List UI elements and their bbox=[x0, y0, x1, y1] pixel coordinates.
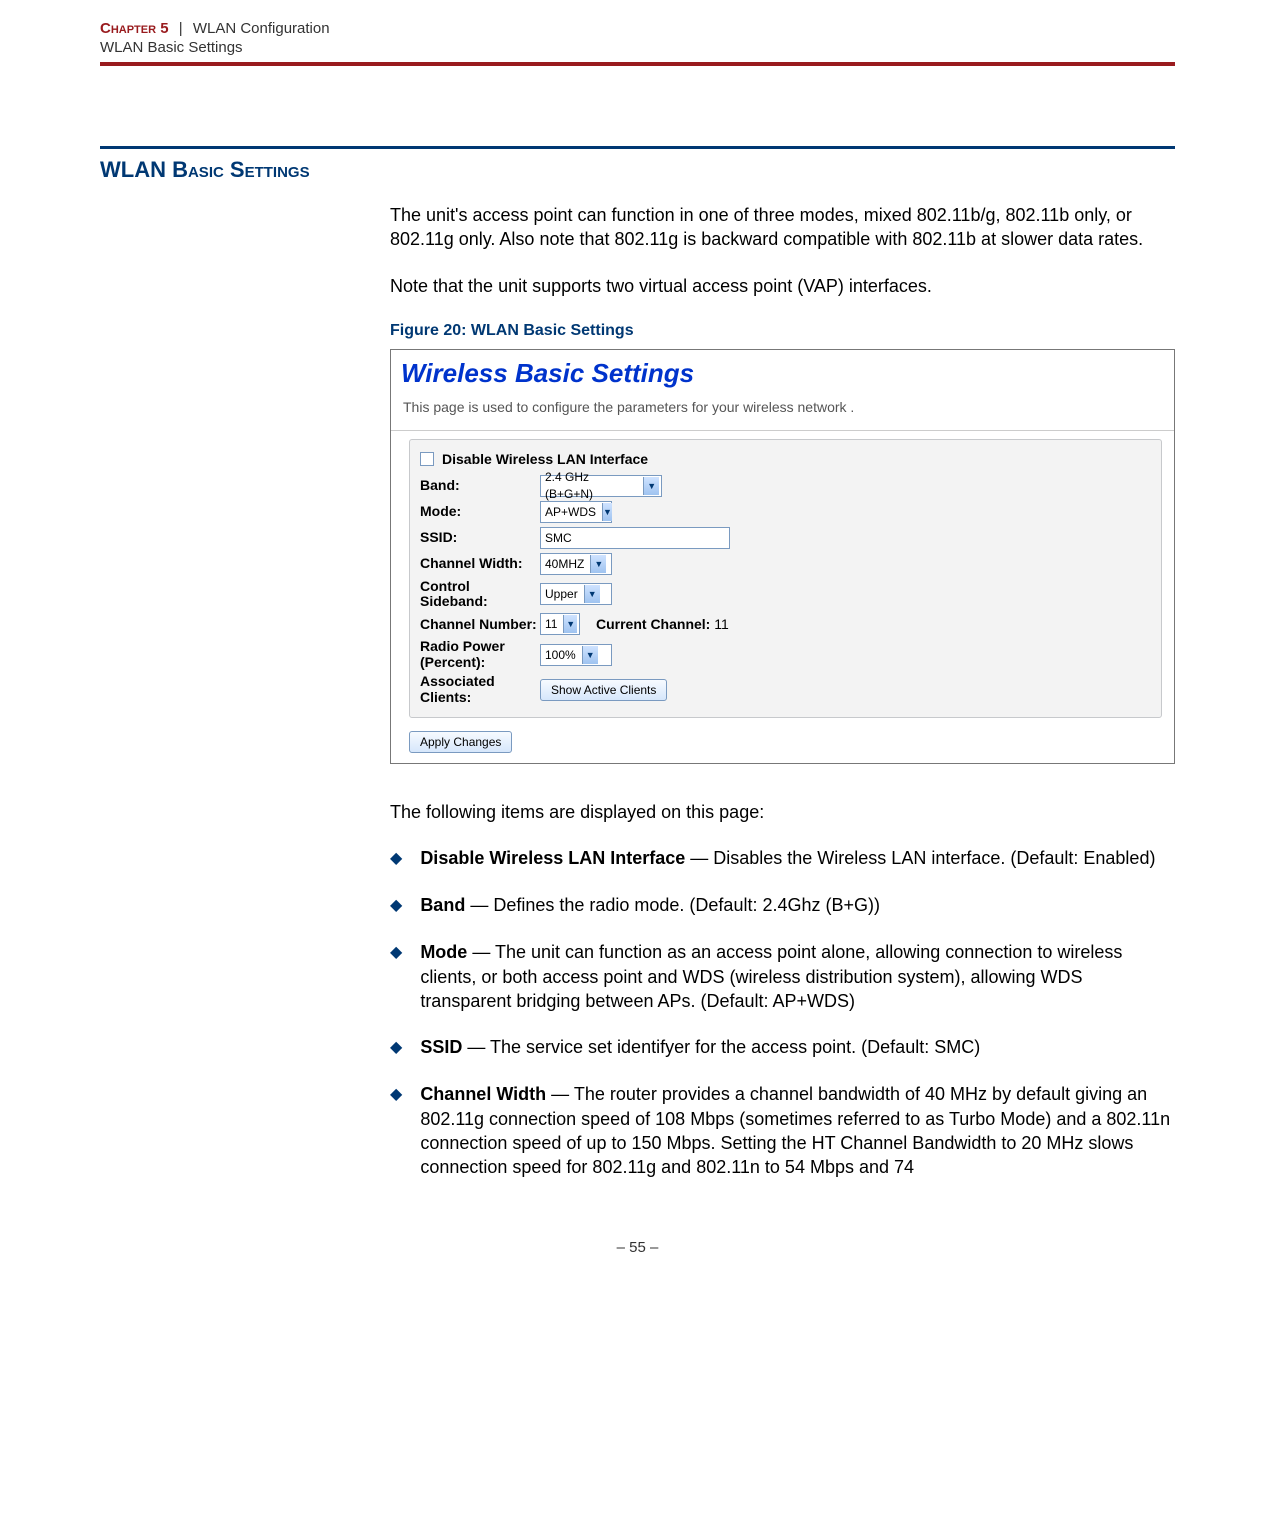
screenshot-description: This page is used to configure the param… bbox=[391, 396, 1174, 431]
chevron-down-icon: ▼ bbox=[602, 503, 612, 521]
bullet-icon: ◆ bbox=[390, 894, 402, 918]
disable-wlan-checkbox[interactable] bbox=[420, 452, 434, 466]
disable-wlan-label: Disable Wireless LAN Interface bbox=[442, 450, 648, 469]
list-item: ◆ SSID — The service set identifyer for … bbox=[390, 1035, 1175, 1060]
associated-clients-label: Associated Clients: bbox=[420, 674, 540, 705]
item-title: Disable Wireless LAN Interface bbox=[420, 848, 685, 868]
band-label: Band: bbox=[420, 478, 540, 493]
wlan-settings-screenshot: Wireless Basic Settings This page is use… bbox=[390, 349, 1175, 764]
item-text: — The unit can function as an access poi… bbox=[420, 942, 1122, 1011]
item-text: — Defines the radio mode. (Default: 2.4G… bbox=[465, 895, 880, 915]
item-body: Disable Wireless LAN Interface — Disable… bbox=[420, 846, 1155, 871]
channel-width-value: 40MHZ bbox=[545, 556, 584, 572]
radio-power-value: 100% bbox=[545, 647, 576, 663]
item-title: Channel Width bbox=[420, 1084, 546, 1104]
show-active-clients-button[interactable]: Show Active Clients bbox=[540, 679, 667, 701]
mode-value: AP+WDS bbox=[545, 504, 596, 520]
channel-number-select[interactable]: 11 ▼ bbox=[540, 613, 580, 635]
bullet-icon: ◆ bbox=[390, 847, 402, 871]
section-title: WLAN Basic Settings bbox=[100, 157, 1175, 183]
screenshot-title: Wireless Basic Settings bbox=[391, 350, 1174, 395]
channel-number-label: Channel Number: bbox=[420, 617, 540, 632]
ssid-input[interactable] bbox=[540, 527, 730, 549]
item-title: Band bbox=[420, 895, 465, 915]
header-separator: | bbox=[179, 20, 183, 37]
control-sideband-label: Control Sideband: bbox=[420, 579, 540, 610]
radio-power-select[interactable]: 100% ▼ bbox=[540, 644, 612, 666]
ssid-label: SSID: bbox=[420, 530, 540, 545]
list-item: ◆ Disable Wireless LAN Interface — Disab… bbox=[390, 846, 1175, 871]
item-title: Mode bbox=[420, 942, 467, 962]
mode-select[interactable]: AP+WDS ▼ bbox=[540, 501, 612, 523]
channel-width-label: Channel Width: bbox=[420, 556, 540, 571]
item-list: ◆ Disable Wireless LAN Interface — Disab… bbox=[390, 846, 1175, 1179]
item-body: Mode — The unit can function as an acces… bbox=[420, 940, 1175, 1013]
apply-changes-button[interactable]: Apply Changes bbox=[409, 731, 512, 753]
band-select[interactable]: 2.4 GHz (B+G+N) ▼ bbox=[540, 475, 662, 497]
chevron-down-icon: ▼ bbox=[563, 615, 577, 633]
figure-caption: Figure 20: WLAN Basic Settings bbox=[390, 320, 1175, 342]
chapter-label: Chapter 5 bbox=[100, 20, 169, 37]
mode-label: Mode: bbox=[420, 504, 540, 519]
current-channel: Current Channel: 11 bbox=[596, 615, 729, 634]
item-text: — The service set identifyer for the acc… bbox=[462, 1037, 980, 1057]
item-body: SSID — The service set identifyer for th… bbox=[420, 1035, 980, 1060]
list-item: ◆ Band — Defines the radio mode. (Defaul… bbox=[390, 893, 1175, 918]
item-text: — Disables the Wireless LAN interface. (… bbox=[685, 848, 1155, 868]
list-item: ◆ Mode — The unit can function as an acc… bbox=[390, 940, 1175, 1013]
intro-paragraph-1: The unit's access point can function in … bbox=[390, 203, 1175, 252]
items-intro: The following items are displayed on thi… bbox=[390, 800, 1175, 824]
band-value: 2.4 GHz (B+G+N) bbox=[545, 469, 637, 501]
chevron-down-icon: ▼ bbox=[643, 477, 659, 495]
page-header: Chapter 5 | WLAN Configuration bbox=[100, 20, 1175, 37]
page-subheader: WLAN Basic Settings bbox=[100, 39, 1175, 56]
current-channel-label: Current Channel: bbox=[596, 616, 710, 632]
bullet-icon: ◆ bbox=[390, 1036, 402, 1060]
channel-number-value: 11 bbox=[545, 616, 557, 632]
settings-form: Disable Wireless LAN Interface Band: 2.4… bbox=[409, 439, 1162, 718]
intro-paragraph-2: Note that the unit supports two virtual … bbox=[390, 274, 1175, 298]
page-number: – 55 – bbox=[100, 1239, 1175, 1256]
chevron-down-icon: ▼ bbox=[590, 555, 606, 573]
item-body: Band — Defines the radio mode. (Default:… bbox=[420, 893, 880, 918]
control-sideband-select[interactable]: Upper ▼ bbox=[540, 583, 612, 605]
chevron-down-icon: ▼ bbox=[582, 646, 598, 664]
control-sideband-value: Upper bbox=[545, 586, 578, 602]
header-rule bbox=[100, 62, 1175, 66]
bullet-icon: ◆ bbox=[390, 1083, 402, 1179]
header-title: WLAN Configuration bbox=[193, 20, 330, 37]
channel-width-select[interactable]: 40MHZ ▼ bbox=[540, 553, 612, 575]
radio-power-label: Radio Power (Percent): bbox=[420, 639, 540, 670]
item-body: Channel Width — The router provides a ch… bbox=[420, 1082, 1175, 1179]
current-channel-value: 11 bbox=[714, 616, 729, 632]
list-item: ◆ Channel Width — The router provides a … bbox=[390, 1082, 1175, 1179]
section-rule bbox=[100, 146, 1175, 149]
bullet-icon: ◆ bbox=[390, 941, 402, 1013]
chevron-down-icon: ▼ bbox=[584, 585, 600, 603]
item-title: SSID bbox=[420, 1037, 462, 1057]
